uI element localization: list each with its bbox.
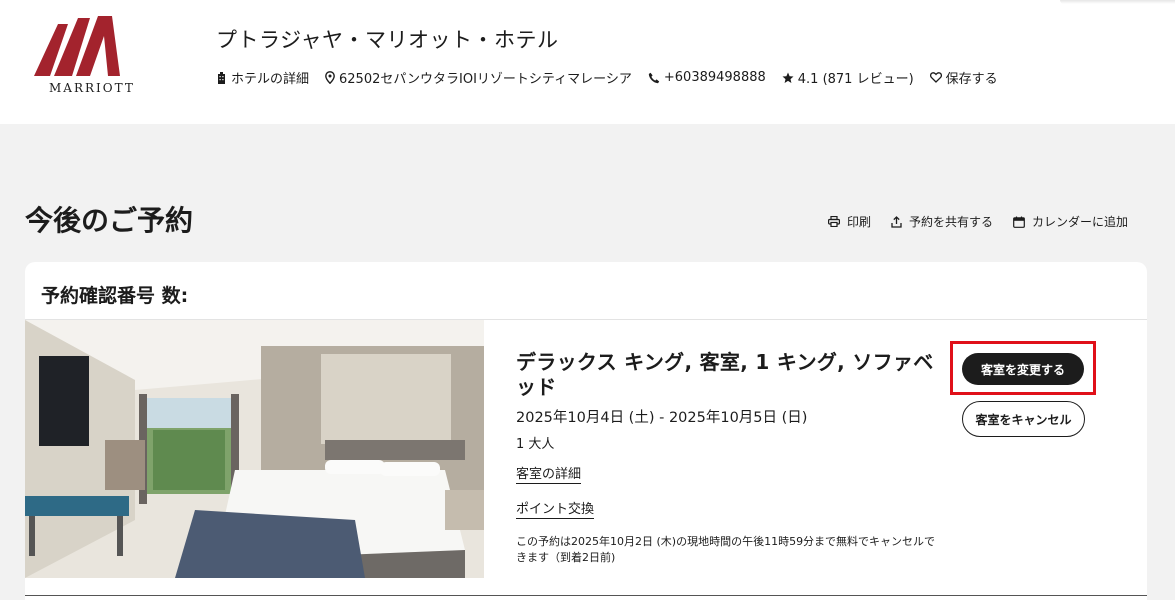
hotel-details-link[interactable]: ホテルの詳細 [216, 68, 309, 87]
share-label: 予約を共有する [908, 215, 993, 229]
page-actions: 印刷 予約を共有する カレンダーに追加 [808, 213, 1128, 230]
hotel-address-link[interactable]: 62502セパンウタラIOIリゾートシティマレーシア [325, 68, 632, 87]
hotel-phone-link[interactable]: +60389498888 [648, 70, 766, 85]
card-divider [25, 595, 1147, 596]
print-label: 印刷 [846, 215, 871, 229]
points-redemption-link[interactable]: ポイント交換 [516, 498, 595, 519]
hotel-rating-link[interactable]: 4.1 (871 レビュー) [782, 68, 914, 87]
calendar-icon [1013, 216, 1025, 228]
printer-icon [827, 216, 840, 227]
hotel-name: プトラジャヤ・マリオット・ホテル [216, 28, 559, 52]
change-room-button[interactable]: 客室を変更する [962, 353, 1084, 385]
print-button[interactable]: 印刷 [827, 213, 871, 230]
save-hotel-button[interactable]: 保存する [929, 68, 998, 87]
page-title: 今後のご予約 [25, 204, 194, 237]
room-title: デラックス キング, 客室, 1 キング, ソファベッド [516, 350, 934, 399]
heart-icon [929, 72, 942, 83]
reservation-card: 予約確認番号 数: デラックス キング, 客室, 1 キング, ソファベッド 2… [25, 262, 1147, 600]
brand-wordmark: MARRIOTT [49, 81, 135, 95]
phone-icon [648, 72, 660, 83]
hotel-details-label: ホテルの詳細 [231, 72, 310, 87]
save-hotel-label: 保存する [945, 72, 998, 87]
share-reservation-button[interactable]: 予約を共有する [891, 213, 993, 230]
room-details-link[interactable]: 客室の詳細 [516, 463, 582, 484]
location-pin-icon [325, 71, 335, 84]
cancellation-policy-note: この予約は2025年10月2日 (木)の現地時間の午後11時59分まで無料でキャ… [516, 535, 936, 564]
confirmation-number-label: 予約確認番号 数: [25, 262, 1147, 320]
hotel-meta: ホテルの詳細 62502セパンウタラIOIリゾートシティマレーシア +60389… [216, 68, 1014, 87]
share-icon [891, 215, 902, 228]
hotel-rating: 4.1 (871 レビュー) [797, 72, 914, 87]
calendar-label: カレンダーに追加 [1031, 215, 1128, 229]
room-photo [25, 320, 484, 578]
hotel-header: MARRIOTT プトラジャヤ・マリオット・ホテル ホテルの詳細 62502セパ… [0, 0, 1175, 124]
stay-dates: 2025年10月4日 (土) - 2025年10月5日 (日) [516, 410, 808, 426]
hotel-address: 62502セパンウタラIOIリゾートシティマレーシア [339, 72, 632, 87]
room-info: デラックス キング, 客室, 1 キング, ソファベッド 2025年10月4日 … [516, 350, 936, 566]
guest-count: 1 大人 [516, 437, 555, 452]
add-to-calendar-button[interactable]: カレンダーに追加 [1013, 213, 1128, 230]
hotel-phone: +60389498888 [663, 70, 766, 85]
star-icon [782, 72, 794, 83]
header-shadow [1060, 0, 1175, 4]
building-icon [218, 71, 225, 84]
cancel-room-button[interactable]: 客室をキャンセル [962, 401, 1085, 437]
